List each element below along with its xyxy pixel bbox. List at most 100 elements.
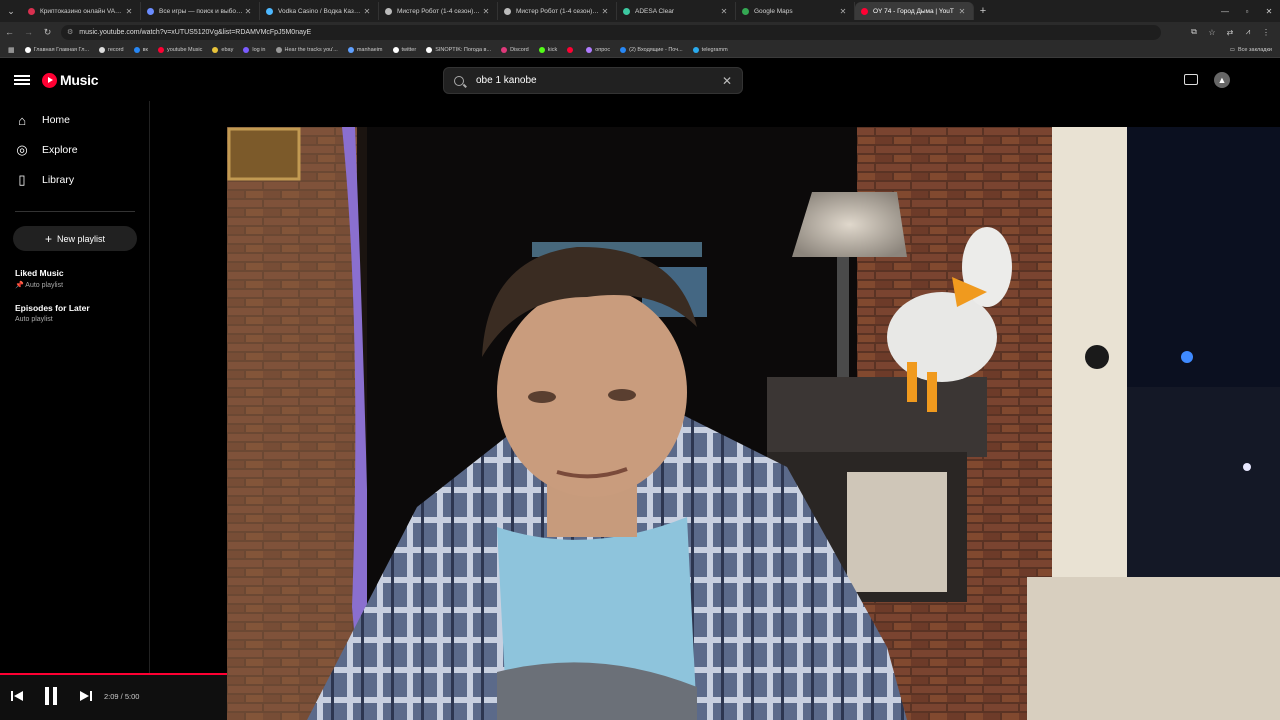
close-tab-icon[interactable]: ✕: [600, 7, 610, 16]
hamburger-menu-icon[interactable]: [14, 73, 30, 89]
browser-tab[interactable]: Криптоказино онлайн VAWADA✕: [22, 2, 141, 20]
video-frame: [227, 127, 1280, 720]
app-logo[interactable]: Music: [42, 72, 98, 88]
progress-bar[interactable]: [0, 673, 227, 675]
close-tab-icon[interactable]: ✕: [838, 7, 848, 16]
toolbar-actions: ⧉ ☆ ⇄ ⩘ ⋮: [1188, 22, 1272, 42]
bookmark-item[interactable]: (2) Входящие - Поч...: [620, 46, 683, 53]
new-playlist-button[interactable]: + New playlist: [13, 226, 137, 251]
youtube-music-app: Music obe 1 kanobe ✕ ▲ ⌂ Home ◎ Explore …: [0, 61, 1280, 720]
sidebar-item-explore[interactable]: ◎ Explore: [0, 135, 150, 165]
bookmark-item[interactable]: Discord: [501, 46, 529, 53]
all-bookmarks-button[interactable]: ▭ Все закладки: [1230, 42, 1272, 58]
minimize-button[interactable]: —: [1214, 0, 1236, 22]
bookmark-item[interactable]: telegramm: [692, 46, 728, 53]
bookmark-item[interactable]: SINOPTIK: Погода в...: [426, 46, 491, 53]
bookmark-item[interactable]: Hear the tracks you'...: [275, 46, 338, 53]
sidebar-item-label: Explore: [42, 144, 78, 156]
bookmark-item[interactable]: [567, 46, 576, 53]
apps-grid-icon[interactable]: ▦: [8, 46, 15, 54]
tab-title: Мистер Робот (1-4 сезон) смо: [516, 7, 600, 15]
app-header: Music obe 1 kanobe ✕ ▲: [0, 61, 1280, 101]
bookmark-item[interactable]: manhaeim: [347, 46, 383, 53]
tab-favicon-icon: [266, 7, 273, 15]
tab-search-icon[interactable]: ⌄: [0, 0, 22, 22]
sidebar-item-library[interactable]: ▯ Library: [0, 165, 150, 195]
reload-button[interactable]: ↻: [38, 22, 57, 42]
close-tab-icon[interactable]: ✕: [124, 7, 134, 16]
bookmark-label: ebay: [221, 46, 234, 53]
bookmark-label: Discord: [510, 46, 529, 53]
maximize-button[interactable]: ▫: [1236, 0, 1258, 22]
pause-button[interactable]: [43, 686, 59, 711]
tab-strip: Криптоказино онлайн VAWADA✕Все игры — по…: [22, 2, 974, 20]
playlist-item-liked-music[interactable]: Liked Music 📌 Auto playlist: [15, 268, 64, 289]
bookmark-favicon-icon: [692, 46, 699, 53]
menu-icon[interactable]: ⋮: [1260, 28, 1272, 37]
playlist-item-episodes-for-later[interactable]: Episodes for Later Auto playlist: [15, 303, 90, 323]
url-text: music.youtube.com/watch?v=xUTUS5120Vg&li…: [79, 28, 312, 36]
browser-tab[interactable]: Мистер Робот (1-4 сезон) смо ✕: [498, 2, 617, 20]
tab-favicon-icon: [504, 7, 511, 15]
clear-search-icon[interactable]: ✕: [722, 74, 732, 88]
search-input[interactable]: obe 1 kanobe ✕: [443, 67, 743, 94]
bookmark-label: kick: [547, 46, 558, 53]
bookmark-item[interactable]: опрос: [586, 46, 611, 53]
cast-icon[interactable]: [1184, 74, 1198, 85]
tab-title: Все игры — поиск и выбор и: [159, 7, 243, 15]
bookmark-favicon-icon: [243, 46, 250, 53]
bookmark-star-icon[interactable]: ☆: [1206, 28, 1218, 37]
browser-tab[interactable]: ADESA Clear ✕: [617, 2, 736, 20]
bookmark-label: вк: [142, 46, 148, 53]
bookmark-item[interactable]: twitter: [392, 46, 416, 53]
bookmark-item[interactable]: youtube Music: [157, 46, 203, 53]
previous-button[interactable]: [10, 689, 24, 708]
close-tab-icon[interactable]: ✕: [362, 7, 372, 16]
bookmark-item[interactable]: Главная Главная Гл...: [24, 46, 90, 53]
bookmark-item[interactable]: вк: [133, 46, 148, 53]
bookmark-favicon-icon: [99, 46, 106, 53]
url-field[interactable]: ⚙ music.youtube.com/watch?v=xUTUS5120Vg&…: [61, 24, 1161, 40]
tab-favicon-icon: [147, 7, 154, 15]
sidebar-item-label: Home: [42, 114, 71, 126]
profile-icon[interactable]: ⩘: [1242, 27, 1254, 37]
install-app-icon[interactable]: ⧉: [1188, 27, 1200, 37]
close-window-button[interactable]: ✕: [1258, 0, 1280, 22]
playback-time: 2:09 / 5:00: [104, 692, 140, 701]
close-tab-icon[interactable]: ✕: [957, 7, 967, 16]
bookmark-item[interactable]: ebay: [212, 46, 234, 53]
browser-tab[interactable]: Мистер Робот (1-4 сезон) смо ✕: [379, 2, 498, 20]
next-button[interactable]: [79, 689, 93, 708]
bookmark-label: опрос: [595, 46, 611, 53]
video-player[interactable]: [227, 127, 1280, 720]
bookmark-label: log in: [252, 46, 266, 53]
playlist-subtitle: 📌 Auto playlist: [15, 281, 64, 289]
sidebar-item-home[interactable]: ⌂ Home: [0, 105, 150, 135]
back-button[interactable]: ←: [0, 22, 19, 42]
tab-favicon-icon: [385, 7, 392, 15]
browser-tab[interactable]: OY 74 - Город Дыма | YouT ✕: [855, 2, 974, 20]
bookmark-item[interactable]: record: [99, 46, 124, 53]
bookmark-favicon-icon: [586, 46, 593, 53]
new-tab-button[interactable]: +: [974, 5, 992, 17]
avatar[interactable]: ▲: [1214, 72, 1230, 88]
forward-button[interactable]: →: [19, 22, 38, 42]
browser-tab[interactable]: Vodka Casino / Водка Казино ✕: [260, 2, 379, 20]
site-info-icon[interactable]: ⚙: [67, 28, 73, 36]
pin-icon: 📌: [15, 282, 26, 289]
extensions-icon[interactable]: ⇄: [1224, 28, 1236, 37]
address-bar-row: ← → ↻ ⚙ music.youtube.com/watch?v=xUTUS5…: [0, 22, 1280, 42]
browser-tab[interactable]: Все игры — поиск и выбор и ✕: [141, 2, 260, 20]
browser-tab[interactable]: Google Maps ✕: [736, 2, 855, 20]
bookmark-favicon-icon: [392, 46, 399, 53]
close-tab-icon[interactable]: ✕: [719, 7, 729, 16]
bookmark-label: youtube Music: [166, 46, 203, 53]
bookmark-label: Главная Главная Гл...: [33, 46, 90, 53]
compass-icon: ◎: [16, 142, 28, 157]
search-icon: [454, 75, 464, 86]
bookmark-item[interactable]: kick: [538, 46, 558, 53]
close-tab-icon[interactable]: ✕: [481, 7, 491, 16]
bookmark-item[interactable]: log in: [243, 46, 266, 53]
window-controls: — ▫ ✕: [1214, 0, 1280, 22]
close-tab-icon[interactable]: ✕: [243, 7, 253, 16]
